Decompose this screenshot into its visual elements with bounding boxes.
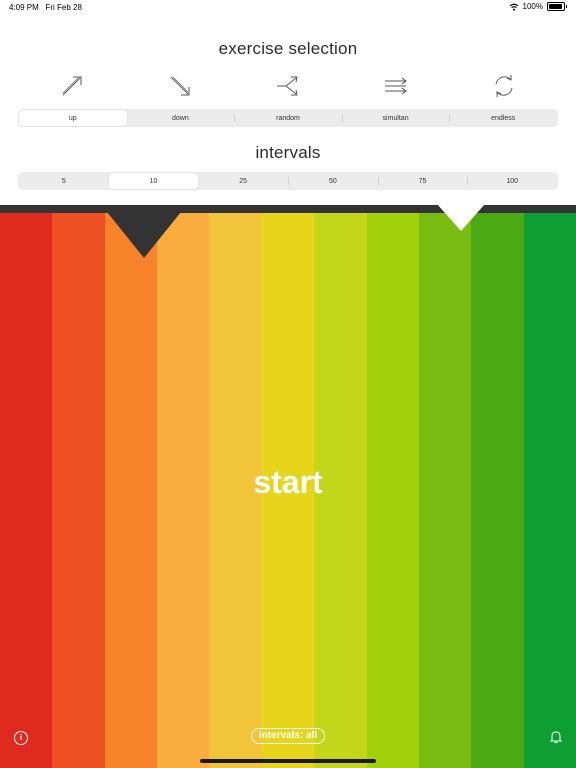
- color-stripe: [418, 213, 472, 768]
- segment-endless[interactable]: endless: [449, 110, 557, 126]
- info-icon[interactable]: i: [14, 731, 28, 745]
- arrow-down-right-icon[interactable]: [166, 72, 194, 100]
- color-stripe: [471, 213, 524, 768]
- intervals-segmented-control: 5 10 25 50 75 100: [18, 172, 558, 190]
- segment-down[interactable]: down: [127, 110, 235, 126]
- status-date: Fri Feb 28: [45, 3, 82, 12]
- color-stripe: [523, 213, 576, 768]
- segment-simultan[interactable]: simultan: [341, 110, 450, 126]
- color-stripe: [52, 213, 105, 768]
- segment-25[interactable]: 25: [198, 173, 288, 189]
- exercise-selection-title: exercise selection: [218, 39, 358, 58]
- segment-5[interactable]: 5: [19, 173, 109, 189]
- battery-cap: [566, 5, 567, 8]
- segment-10[interactable]: 10: [108, 173, 199, 189]
- segment-up[interactable]: up: [19, 110, 127, 126]
- status-bar: 4:09 PM Fri Feb 28 100%: [0, 0, 576, 16]
- random-split-icon[interactable]: [274, 72, 302, 100]
- status-clock: 4:09 PM: [9, 3, 39, 12]
- color-stripe: [0, 213, 53, 768]
- simultaneous-arrows-icon[interactable]: [382, 72, 410, 100]
- segment-75[interactable]: 75: [377, 173, 468, 189]
- start-button[interactable]: start: [188, 456, 388, 508]
- battery-icon: [547, 2, 565, 11]
- color-stripe: [104, 213, 158, 768]
- status-indicators: 100%: [509, 2, 567, 11]
- exercise-icon-row: [0, 72, 576, 100]
- battery-percent: 100%: [522, 2, 543, 11]
- home-indicator: [200, 759, 376, 763]
- white-pointer-marker: [437, 204, 485, 231]
- endless-cycle-icon[interactable]: [490, 72, 518, 100]
- arrow-up-right-icon[interactable]: [58, 72, 86, 100]
- exercise-segmented-control: up down random simultan endless: [18, 109, 558, 127]
- bell-icon[interactable]: [549, 730, 563, 744]
- segment-random[interactable]: random: [234, 110, 342, 126]
- intervals-title: intervals: [255, 143, 321, 162]
- segment-100[interactable]: 100: [467, 173, 557, 189]
- pointer-track: [0, 205, 576, 213]
- intervals-filter-button[interactable]: intervals: all: [251, 728, 325, 744]
- dark-pointer-marker: [107, 212, 181, 258]
- segment-50[interactable]: 50: [288, 173, 378, 189]
- wifi-icon: [509, 3, 518, 11]
- status-time: 4:09 PM Fri Feb 28: [9, 3, 82, 12]
